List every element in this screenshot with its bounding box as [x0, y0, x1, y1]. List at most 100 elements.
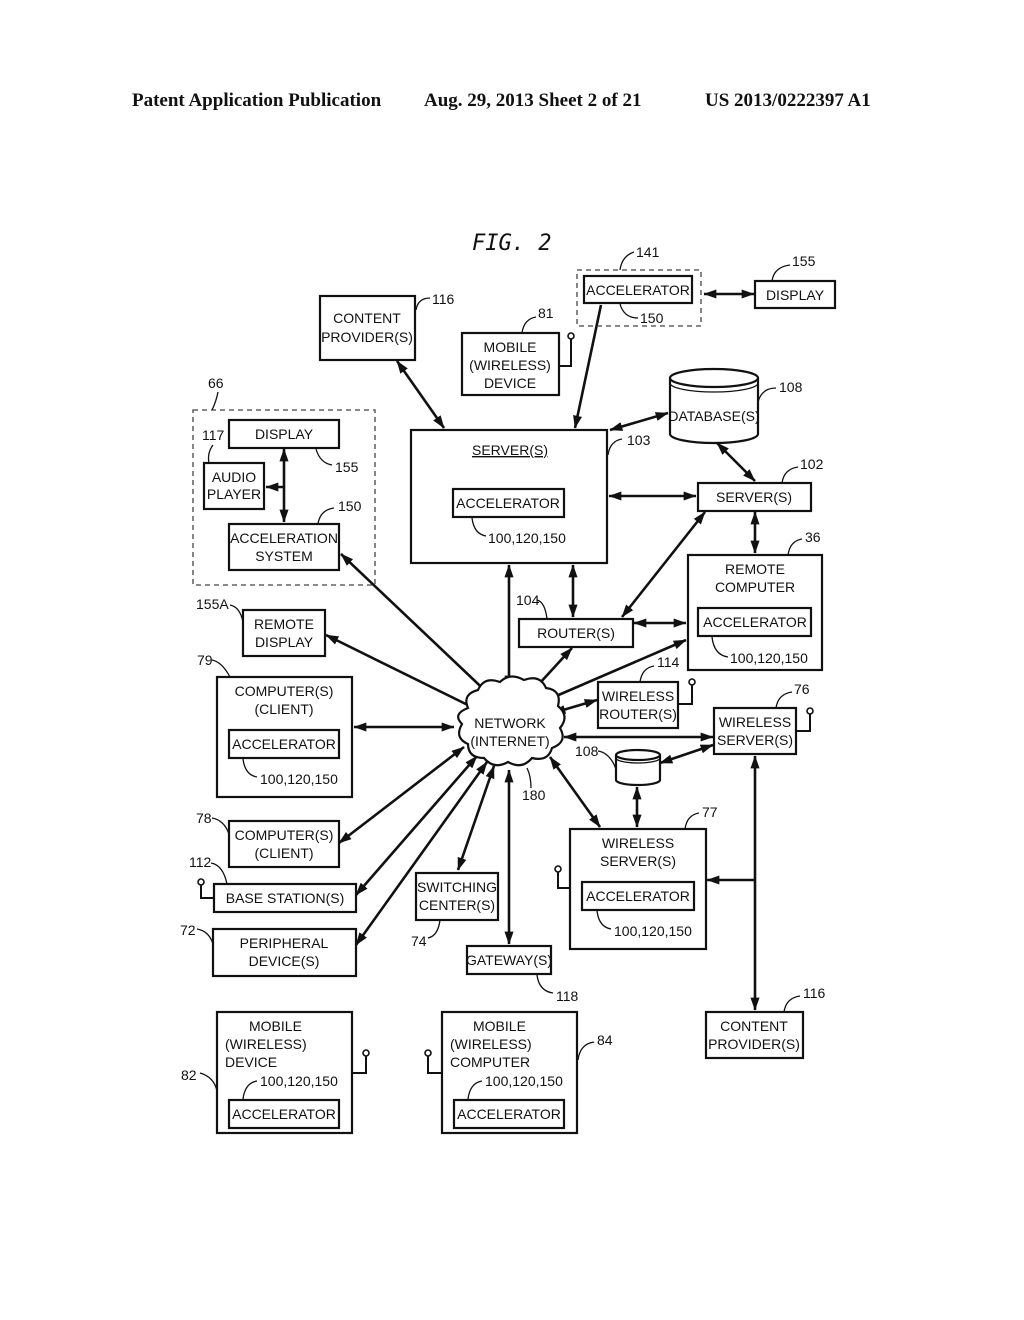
- display-155: DISPLAY 155: [753, 253, 837, 310]
- link-database-server102: [716, 442, 756, 482]
- network-cloud-180: NETWORK (INTERNET) 180: [457, 675, 566, 803]
- svg-text:100,120,150: 100,120,150: [485, 1073, 563, 1089]
- database-108-small: 108: [575, 743, 662, 787]
- svg-text:DEVICE: DEVICE: [484, 375, 536, 391]
- svg-text:155: 155: [335, 459, 359, 475]
- computer-client-78: COMPUTER(S) (CLIENT) 78: [196, 810, 341, 869]
- svg-text:(CLIENT): (CLIENT): [254, 845, 313, 861]
- link-server103-database: [609, 411, 669, 432]
- link-accsys-network: [340, 553, 496, 701]
- svg-text:(CLIENT): (CLIENT): [254, 701, 313, 717]
- svg-text:77: 77: [702, 804, 718, 820]
- svg-text:155: 155: [792, 253, 816, 269]
- svg-text:ACCELERATOR: ACCELERATOR: [456, 495, 560, 511]
- svg-text:SYSTEM: SYSTEM: [255, 548, 313, 564]
- svg-text:CONTENT: CONTENT: [720, 1018, 788, 1034]
- svg-text:150: 150: [640, 310, 664, 326]
- svg-text:WIRELESS: WIRELESS: [602, 688, 674, 704]
- svg-text:DEVICE: DEVICE: [225, 1054, 277, 1070]
- content-provider-116-top: CONTENT PROVIDER(S) 116: [318, 291, 455, 362]
- svg-text:108: 108: [575, 743, 599, 759]
- svg-text:WIRELESS: WIRELESS: [602, 835, 674, 851]
- link-db108-wserver76: [659, 743, 714, 765]
- mobile-device-82: MOBILE (WIRELESS) DEVICE 100,120,150 ACC…: [181, 1010, 370, 1135]
- svg-text:DEVICE(S): DEVICE(S): [249, 953, 320, 969]
- svg-text:SERVER(S): SERVER(S): [600, 853, 676, 869]
- svg-text:(WIRELESS): (WIRELESS): [225, 1036, 307, 1052]
- svg-text:(INTERNET): (INTERNET): [470, 733, 549, 749]
- svg-text:SERVER(S): SERVER(S): [472, 442, 548, 458]
- link-network-wserver77: [548, 756, 602, 828]
- svg-text:MOBILE: MOBILE: [249, 1018, 302, 1034]
- svg-text:155A: 155A: [196, 596, 229, 612]
- svg-text:ACCELERATION: ACCELERATION: [230, 530, 338, 546]
- svg-text:ACCELERATOR: ACCELERATOR: [586, 282, 690, 298]
- svg-text:100,120,150: 100,120,150: [730, 650, 808, 666]
- svg-text:MOBILE: MOBILE: [473, 1018, 526, 1034]
- svg-text:AUDIO: AUDIO: [212, 469, 256, 485]
- router-104: ROUTER(S) 104: [516, 592, 635, 649]
- svg-text:114: 114: [657, 654, 680, 670]
- link-content116-server103: [395, 360, 446, 429]
- svg-text:PLAYER: PLAYER: [207, 486, 261, 502]
- svg-text:PROVIDER(S): PROVIDER(S): [708, 1036, 800, 1052]
- svg-text:118: 118: [556, 988, 579, 1004]
- svg-text:81: 81: [538, 305, 554, 321]
- wireless-server-76: WIRELESS SERVER(S) 76: [712, 681, 814, 756]
- svg-text:REMOTE: REMOTE: [725, 561, 785, 577]
- svg-text:DATABASE(S): DATABASE(S): [668, 408, 759, 424]
- link-accel-server103: [573, 304, 603, 429]
- svg-text:PERIPHERAL: PERIPHERAL: [240, 935, 329, 951]
- svg-text:COMPUTER: COMPUTER: [450, 1054, 530, 1070]
- svg-text:GATEWAY(S): GATEWAY(S): [466, 952, 552, 968]
- svg-text:ACCELERATOR: ACCELERATOR: [232, 736, 336, 752]
- svg-text:COMPUTER(S): COMPUTER(S): [235, 827, 334, 843]
- svg-text:74: 74: [411, 933, 427, 949]
- svg-text:REMOTE: REMOTE: [254, 616, 314, 632]
- content-provider-116-bottom: CONTENT PROVIDER(S) 116: [704, 985, 826, 1060]
- svg-text:DISPLAY: DISPLAY: [255, 426, 314, 442]
- network-diagram: FIG. 2 ACCELERATOR 141 150 DISPLAY 155 C…: [180, 231, 837, 1135]
- svg-text:PROVIDER(S): PROVIDER(S): [321, 329, 413, 345]
- svg-text:100,120,150: 100,120,150: [488, 530, 566, 546]
- gateway-118: GATEWAY(S) 118: [465, 944, 579, 1004]
- svg-text:ROUTER(S): ROUTER(S): [599, 706, 677, 722]
- svg-text:MOBILE: MOBILE: [484, 339, 537, 355]
- svg-text:CONTENT: CONTENT: [333, 310, 401, 326]
- computer-client-79: COMPUTER(S) (CLIENT) ACCELERATOR 100,120…: [197, 652, 354, 799]
- svg-text:112: 112: [189, 854, 212, 870]
- server-102: SERVER(S) 102: [696, 456, 824, 513]
- svg-text:117: 117: [202, 427, 225, 443]
- svg-text:SWITCHING: SWITCHING: [417, 879, 497, 895]
- svg-text:ACCELERATOR: ACCELERATOR: [703, 614, 807, 630]
- svg-text:141: 141: [636, 244, 660, 260]
- svg-text:WIRELESS: WIRELESS: [719, 714, 791, 730]
- svg-text:CENTER(S): CENTER(S): [419, 897, 495, 913]
- svg-text:COMPUTER(S): COMPUTER(S): [235, 683, 334, 699]
- mobile-computer-84: MOBILE (WIRELESS) COMPUTER 100,120,150 A…: [424, 1010, 613, 1135]
- mobile-device-81: MOBILE (WIRELESS) DEVICE 81: [460, 305, 575, 397]
- switching-center-74: SWITCHING CENTER(S) 74: [411, 871, 500, 949]
- svg-text:78: 78: [196, 810, 212, 826]
- remote-display-155a: REMOTE DISPLAY 155A: [196, 596, 327, 658]
- link-network-switch74: [456, 765, 496, 871]
- svg-text:SERVER(S): SERVER(S): [716, 489, 792, 505]
- svg-text:84: 84: [597, 1032, 613, 1048]
- svg-text:ROUTER(S): ROUTER(S): [537, 625, 615, 641]
- svg-text:(WIRELESS): (WIRELESS): [469, 357, 551, 373]
- svg-text:103: 103: [627, 432, 651, 448]
- svg-text:82: 82: [181, 1067, 197, 1083]
- svg-text:ACCELERATOR: ACCELERATOR: [232, 1106, 336, 1122]
- svg-text:102: 102: [800, 456, 824, 472]
- svg-text:150: 150: [338, 498, 362, 514]
- svg-text:NETWORK: NETWORK: [474, 715, 546, 731]
- peripheral-device-72: PERIPHERAL DEVICE(S) 72: [180, 922, 358, 978]
- svg-text:116: 116: [432, 291, 455, 307]
- database-108: DATABASE(S) 108: [668, 367, 803, 445]
- svg-text:180: 180: [522, 787, 546, 803]
- link-network-client78: [338, 745, 465, 845]
- svg-text:ACCELERATOR: ACCELERATOR: [457, 1106, 561, 1122]
- wireless-router-114: WIRELESS ROUTER(S) 114: [596, 654, 696, 730]
- svg-text:DISPLAY: DISPLAY: [766, 287, 825, 303]
- svg-text:36: 36: [805, 529, 821, 545]
